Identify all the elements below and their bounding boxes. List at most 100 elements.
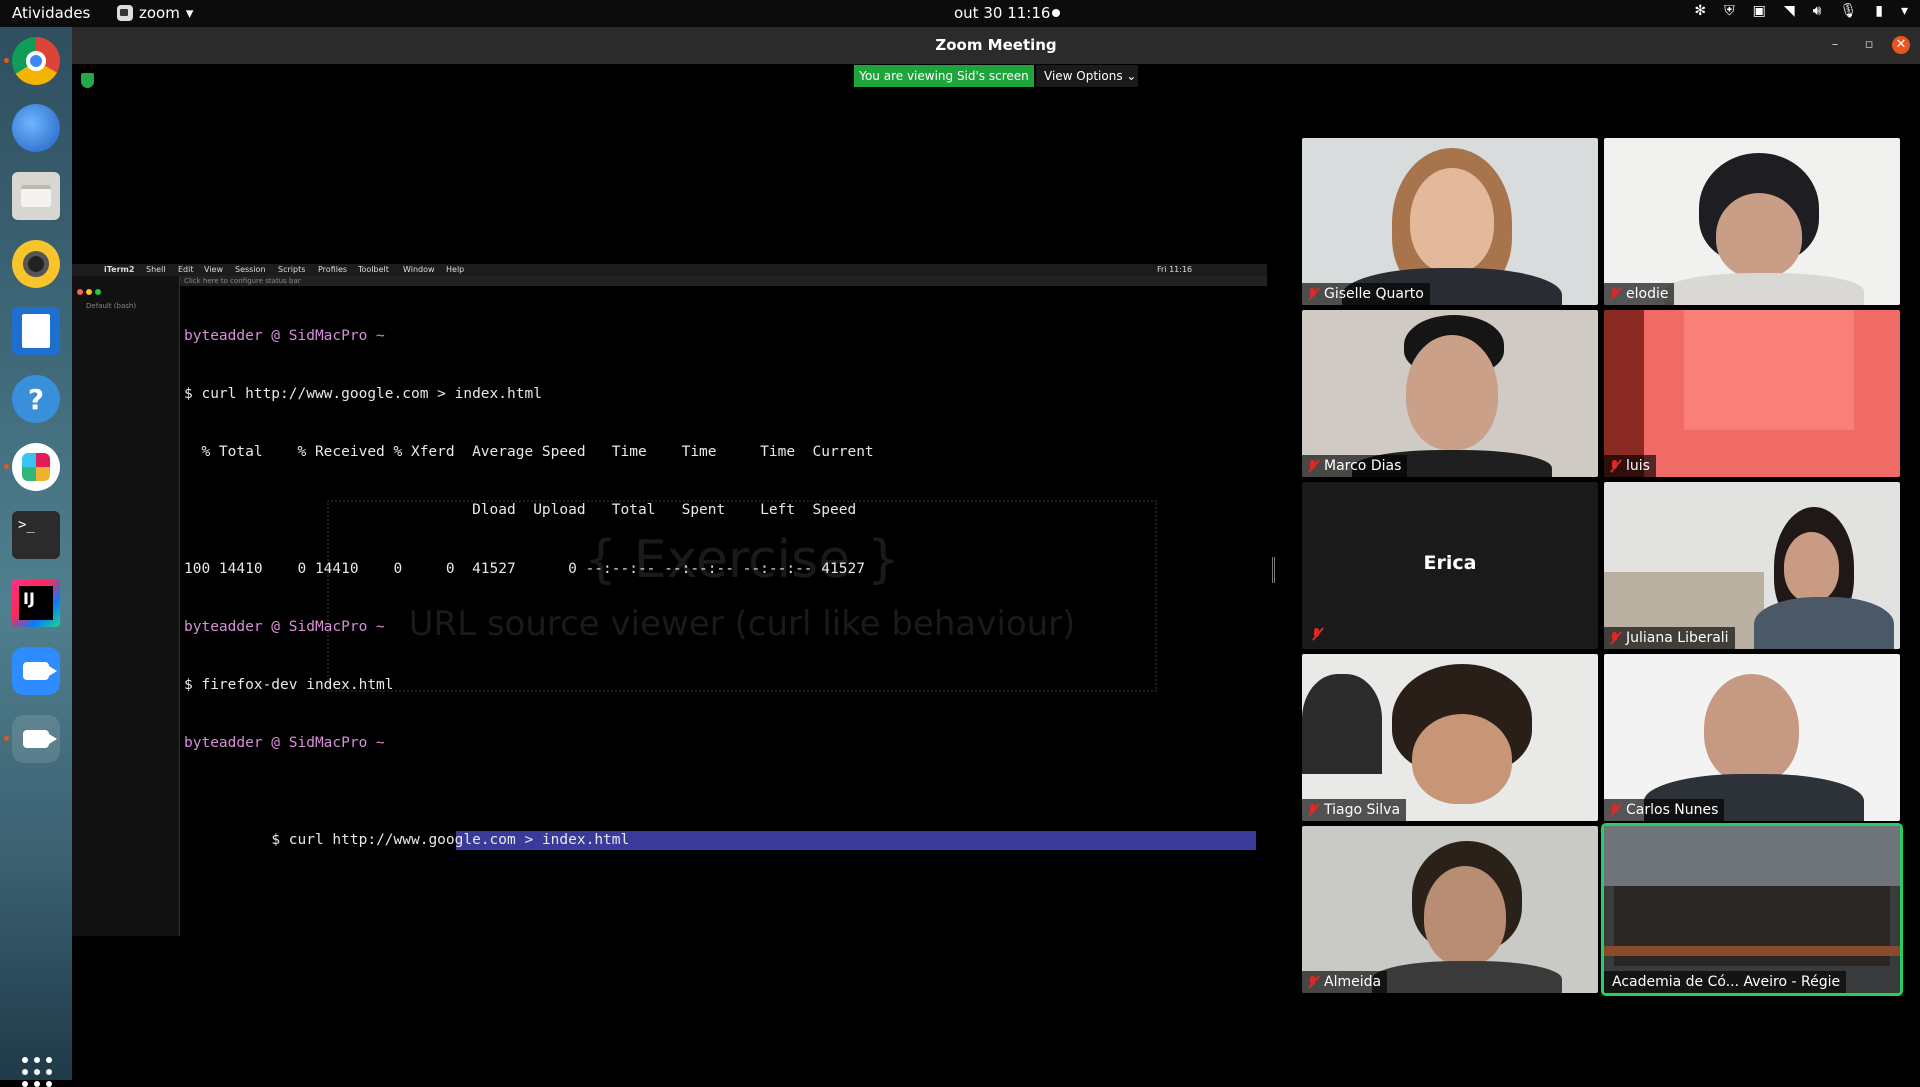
mac-menu-item: Edit	[178, 265, 194, 274]
zoom-icon[interactable]	[12, 647, 60, 695]
mic-muted-icon	[1608, 459, 1622, 473]
help-icon[interactable]: ?	[12, 375, 60, 423]
chrome-icon[interactable]	[4, 37, 60, 85]
mac-menu-item: iTerm2	[104, 265, 135, 274]
terminal-prompt: byteadder @ SidMacPro ~	[184, 327, 385, 344]
clock[interactable]: out 30 11:16	[954, 4, 1050, 22]
terminal-line: 100 14410 0 14410 0 0 41527 0 --:--:-- -…	[184, 560, 865, 577]
terminal-current-line: $ curl http://www.google.com > index.htm…	[184, 793, 1267, 871]
participant-tile[interactable]: Tiago Silva	[1302, 654, 1598, 821]
mac-menu-item: Profiles	[318, 265, 348, 274]
participant-name: Giselle Quarto	[1302, 283, 1430, 305]
terminal-output: byteadder @ SidMacPro ~ $ curl http://ww…	[184, 288, 1267, 909]
app-menu-label: zoom	[139, 4, 180, 22]
encryption-shield-icon[interactable]	[81, 73, 94, 88]
terminal-command: $ firefox-dev index.html	[184, 677, 394, 694]
viewing-banner: You are viewing Sid's screen	[854, 65, 1034, 87]
zoom-meeting-icon[interactable]	[4, 715, 60, 763]
zoom-app-icon	[117, 5, 133, 21]
minimize-button[interactable]: –	[1826, 36, 1844, 54]
mac-menu-clock: Fri 11:16	[1157, 265, 1193, 274]
top-bar: Atividades zoom ▾ out 30 11:16 ✻ ⛨ ▣ ◥ 🔊…	[0, 0, 1920, 27]
notification-dot	[1052, 9, 1060, 17]
participant-tile[interactable]: luis	[1604, 310, 1900, 477]
mac-menu-item: Shell	[146, 265, 166, 274]
shield-tray-icon[interactable]: ⛨	[1724, 3, 1735, 19]
dock: ? >_ IJ	[0, 27, 72, 1087]
mac-menu-bar: iTerm2 Shell Edit View Session Scripts P…	[72, 264, 1267, 276]
terminal-icon[interactable]: >_	[12, 511, 60, 559]
participant-tile[interactable]: Erica	[1302, 482, 1598, 649]
terminal-prompt: byteadder @ SidMacPro ~	[184, 618, 385, 635]
mac-menu-item: Session	[235, 265, 266, 274]
selected-text: index.html	[541, 832, 630, 849]
running-indicator	[4, 464, 9, 469]
participant-tile[interactable]: Juliana Liberali	[1604, 482, 1900, 649]
participant-name: elodie	[1604, 283, 1675, 305]
mic-muted-icon	[1306, 803, 1320, 817]
zoom-tray-icon[interactable]: ▣	[1753, 3, 1766, 19]
mac-menu-item: View	[204, 265, 223, 274]
participant-tile[interactable]: Almeida	[1302, 826, 1598, 993]
participant-tile[interactable]: elodie	[1604, 138, 1900, 305]
participant-tile-active-speaker[interactable]: Academia de Có... Aveiro - Régie	[1601, 823, 1903, 996]
mic-muted-icon	[1306, 975, 1320, 989]
terminal-command: $ curl http://www.google.com >	[271, 832, 542, 849]
zoom-window: Zoom Meeting – ▫ ✕ You are viewing Sid's…	[72, 27, 1920, 1080]
participant-tile[interactable]: Giselle Quarto	[1302, 138, 1598, 305]
participant-name: Juliana Liberali	[1604, 627, 1735, 649]
traffic-lights	[77, 280, 104, 299]
terminal-prompt: byteadder @ SidMacPro ~	[184, 735, 385, 752]
window-title: Zoom Meeting	[935, 36, 1057, 54]
battery-icon[interactable]: ▮	[1875, 3, 1883, 19]
mic-muted-icon	[1306, 459, 1320, 473]
mic-muted-icon	[1608, 631, 1622, 645]
microphone-icon[interactable]: 🎙︎	[1839, 3, 1857, 19]
chevron-down-icon: ▾	[185, 4, 194, 22]
profile-label: Default (bash)	[86, 302, 137, 310]
intellij-icon[interactable]: IJ	[12, 579, 60, 627]
wifi-icon[interactable]: ◥	[1784, 3, 1795, 19]
slack-tray-icon[interactable]: ✻	[1694, 3, 1706, 19]
iterm-sidebar: Default (bash)	[72, 276, 180, 936]
mic-muted-icon	[1608, 287, 1622, 301]
running-indicator	[4, 58, 9, 63]
participant-name: Marco Dias	[1302, 455, 1408, 477]
iterm-status-bar: Click here to configure status bar	[180, 276, 1267, 286]
system-tray[interactable]: ✻ ⛨ ▣ ◥ 🔊︎ 🎙︎ ▮ ▾	[1694, 3, 1908, 19]
participant-name: Academia de Có... Aveiro - Régie	[1604, 971, 1847, 993]
mac-menu-item: Window	[403, 265, 435, 274]
view-options-button[interactable]: View Options ⌄	[1036, 65, 1138, 87]
terminal-command: $ curl http://www.google.com > index.htm…	[184, 386, 542, 403]
slack-icon[interactable]	[4, 443, 60, 491]
volume-icon[interactable]: 🔊︎	[1813, 3, 1822, 19]
mic-muted-icon	[1306, 287, 1320, 301]
participant-tile[interactable]: Marco Dias	[1302, 310, 1598, 477]
mac-menu-item: Scripts	[278, 265, 306, 274]
show-applications-icon[interactable]	[22, 1057, 52, 1087]
terminal-line: Dload Upload Total Spent Left Speed	[184, 502, 857, 519]
view-options-label: View Options	[1044, 69, 1123, 83]
terminal-line: % Total % Received % Xferd Average Speed…	[184, 444, 874, 461]
mic-muted-icon	[1608, 803, 1622, 817]
panel-resize-handle[interactable]	[1272, 557, 1275, 583]
window-titlebar[interactable]: Zoom Meeting – ▫ ✕	[72, 27, 1920, 64]
mic-muted-icon	[1310, 626, 1324, 645]
shared-screen[interactable]: You are viewing Sid's screen View Option…	[72, 64, 1267, 1080]
thunderbird-icon[interactable]	[12, 104, 60, 152]
activities-button[interactable]: Atividades	[12, 4, 90, 22]
maximize-button[interactable]: ▫	[1860, 36, 1878, 54]
participant-tile[interactable]: Carlos Nunes	[1604, 654, 1900, 821]
files-icon[interactable]	[12, 172, 60, 220]
app-menu[interactable]: zoom ▾	[117, 4, 193, 22]
chevron-down-icon[interactable]: ▾	[1901, 3, 1908, 19]
participant-name-large: Erica	[1423, 552, 1477, 574]
mac-menu-item: Toolbelt	[358, 265, 389, 274]
close-button[interactable]: ✕	[1892, 36, 1910, 54]
participant-name: Tiago Silva	[1302, 799, 1407, 821]
rhythmbox-icon[interactable]	[12, 240, 60, 288]
writer-icon[interactable]	[12, 307, 60, 355]
participant-name: luis	[1604, 455, 1656, 477]
mac-menu-item: Help	[446, 265, 465, 274]
running-indicator	[4, 736, 9, 741]
